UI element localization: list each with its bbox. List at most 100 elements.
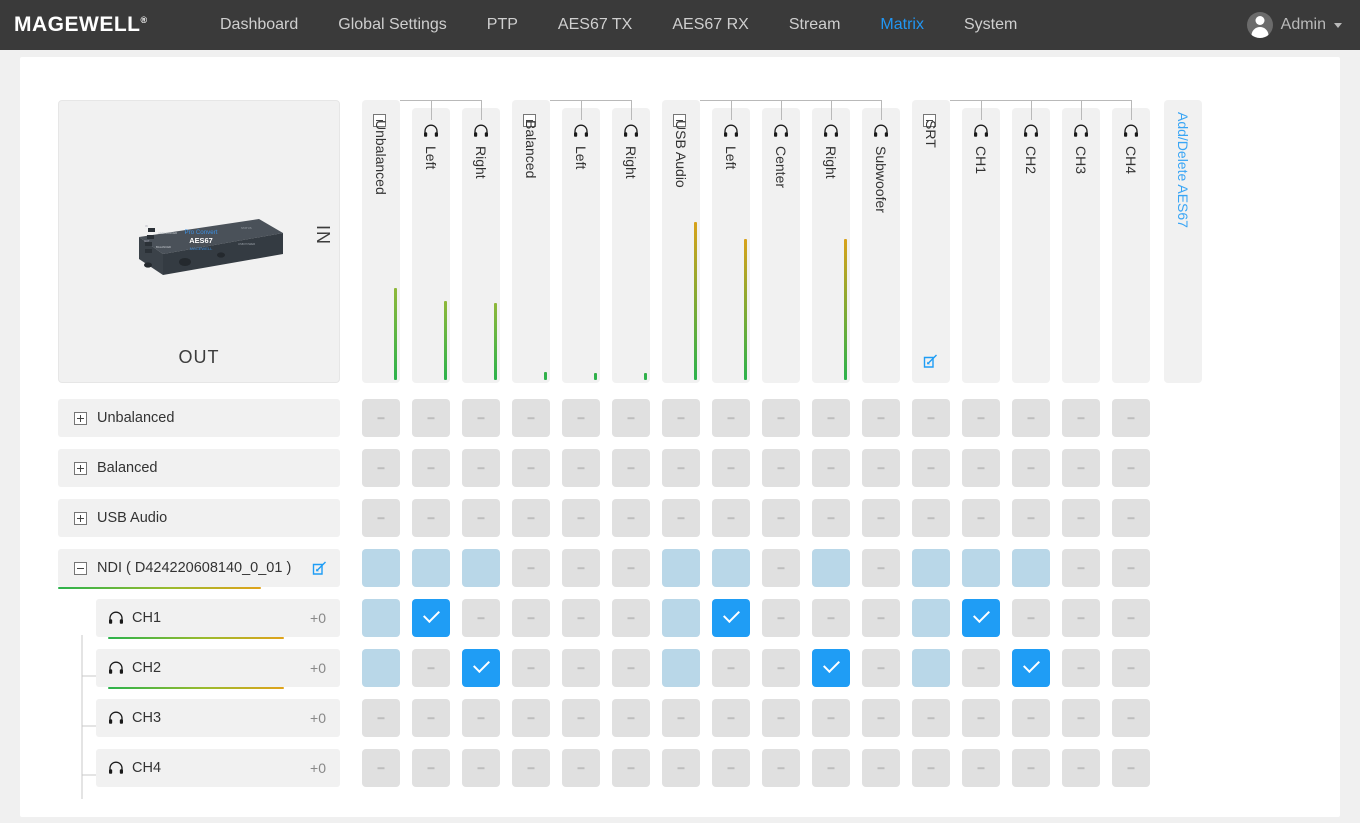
- matrix-cell[interactable]: [812, 549, 850, 587]
- matrix-cell[interactable]: [1062, 449, 1100, 487]
- matrix-cell[interactable]: [1012, 599, 1050, 637]
- matrix-cell[interactable]: [412, 649, 450, 687]
- column-balanced-left[interactable]: Left: [562, 108, 600, 383]
- matrix-cell[interactable]: [362, 399, 400, 437]
- matrix-cell[interactable]: [562, 649, 600, 687]
- matrix-cell[interactable]: [462, 599, 500, 637]
- matrix-cell[interactable]: [712, 549, 750, 587]
- matrix-cell[interactable]: [912, 649, 950, 687]
- matrix-cell[interactable]: [912, 549, 950, 587]
- matrix-cell[interactable]: [612, 449, 650, 487]
- matrix-cell[interactable]: [1062, 499, 1100, 537]
- matrix-cell[interactable]: [662, 499, 700, 537]
- matrix-cell[interactable]: [712, 449, 750, 487]
- matrix-cell[interactable]: [662, 399, 700, 437]
- matrix-cell[interactable]: [562, 499, 600, 537]
- matrix-cell[interactable]: [762, 399, 800, 437]
- matrix-cell[interactable]: [1112, 749, 1150, 787]
- matrix-cell[interactable]: [1112, 699, 1150, 737]
- matrix-cell[interactable]: [412, 599, 450, 637]
- matrix-cell[interactable]: [462, 499, 500, 537]
- matrix-cell[interactable]: [1062, 749, 1100, 787]
- matrix-cell[interactable]: [1112, 599, 1150, 637]
- column-unbalanced-right[interactable]: Right: [462, 108, 500, 383]
- column-usb-audio-right[interactable]: Right: [812, 108, 850, 383]
- matrix-cell[interactable]: [1012, 449, 1050, 487]
- matrix-cell[interactable]: [712, 499, 750, 537]
- matrix-cell[interactable]: [562, 599, 600, 637]
- column-srt-ch2[interactable]: CH2: [1012, 108, 1050, 383]
- row-group-usb-audio[interactable]: USB Audio: [58, 499, 340, 537]
- matrix-cell[interactable]: [912, 749, 950, 787]
- add-delete-aes67-button[interactable]: Add/Delete AES67: [1164, 100, 1202, 383]
- matrix-cell[interactable]: [862, 499, 900, 537]
- matrix-cell[interactable]: [962, 599, 1000, 637]
- matrix-cell[interactable]: [862, 749, 900, 787]
- matrix-cell[interactable]: [1062, 649, 1100, 687]
- matrix-cell[interactable]: [712, 599, 750, 637]
- matrix-cell[interactable]: [612, 399, 650, 437]
- row-gain-value[interactable]: +0: [310, 660, 326, 676]
- nav-item-stream[interactable]: Stream: [769, 0, 861, 50]
- matrix-cell[interactable]: [1112, 499, 1150, 537]
- column-group-header-unbalanced[interactable]: Unbalanced: [362, 100, 400, 383]
- column-srt-ch1[interactable]: CH1: [962, 108, 1000, 383]
- matrix-cell[interactable]: [962, 699, 1000, 737]
- matrix-cell[interactable]: [512, 599, 550, 637]
- matrix-cell[interactable]: [812, 599, 850, 637]
- matrix-cell[interactable]: [812, 449, 850, 487]
- matrix-cell[interactable]: [962, 749, 1000, 787]
- matrix-cell[interactable]: [812, 749, 850, 787]
- matrix-cell[interactable]: [412, 499, 450, 537]
- row-group-unbalanced[interactable]: Unbalanced: [58, 399, 340, 437]
- matrix-cell[interactable]: [412, 549, 450, 587]
- matrix-cell[interactable]: [612, 749, 650, 787]
- matrix-cell[interactable]: [512, 749, 550, 787]
- nav-item-dashboard[interactable]: Dashboard: [200, 0, 318, 50]
- matrix-cell[interactable]: [462, 649, 500, 687]
- column-usb-audio-center[interactable]: Center: [762, 108, 800, 383]
- matrix-cell[interactable]: [762, 749, 800, 787]
- nav-item-aes67-rx[interactable]: AES67 RX: [652, 0, 768, 50]
- row-channel-ch2[interactable]: CH2 +0: [96, 649, 340, 689]
- matrix-cell[interactable]: [1062, 599, 1100, 637]
- matrix-cell[interactable]: [412, 399, 450, 437]
- matrix-cell[interactable]: [512, 549, 550, 587]
- user-menu[interactable]: Admin: [1246, 0, 1342, 50]
- matrix-cell[interactable]: [1012, 649, 1050, 687]
- matrix-cell[interactable]: [562, 699, 600, 737]
- matrix-cell[interactable]: [662, 449, 700, 487]
- matrix-cell[interactable]: [812, 499, 850, 537]
- matrix-cell[interactable]: [912, 599, 950, 637]
- matrix-cell[interactable]: [462, 749, 500, 787]
- matrix-cell[interactable]: [462, 449, 500, 487]
- matrix-cell[interactable]: [812, 649, 850, 687]
- matrix-cell[interactable]: [762, 549, 800, 587]
- column-group-header-srt[interactable]: SRT: [912, 100, 950, 383]
- matrix-cell[interactable]: [1012, 549, 1050, 587]
- column-balanced-right[interactable]: Right: [612, 108, 650, 383]
- matrix-cell[interactable]: [562, 749, 600, 787]
- matrix-cell[interactable]: [362, 449, 400, 487]
- matrix-cell[interactable]: [1012, 699, 1050, 737]
- plus-box-icon[interactable]: [74, 511, 87, 525]
- column-srt-ch3[interactable]: CH3: [1062, 108, 1100, 383]
- row-gain-value[interactable]: +0: [310, 610, 326, 626]
- matrix-cell[interactable]: [612, 549, 650, 587]
- row-gain-value[interactable]: +0: [310, 760, 326, 776]
- matrix-cell[interactable]: [862, 449, 900, 487]
- matrix-cell[interactable]: [762, 449, 800, 487]
- column-usb-audio-subwoofer[interactable]: Subwoofer: [862, 108, 900, 383]
- matrix-cell[interactable]: [912, 449, 950, 487]
- matrix-cell[interactable]: [912, 399, 950, 437]
- column-group-header-usb-audio[interactable]: USB Audio: [662, 100, 700, 383]
- matrix-cell[interactable]: [762, 599, 800, 637]
- matrix-cell[interactable]: [462, 699, 500, 737]
- matrix-cell[interactable]: [512, 499, 550, 537]
- matrix-cell[interactable]: [612, 499, 650, 537]
- matrix-cell[interactable]: [1012, 399, 1050, 437]
- matrix-cell[interactable]: [362, 499, 400, 537]
- matrix-cell[interactable]: [662, 599, 700, 637]
- matrix-cell[interactable]: [462, 549, 500, 587]
- matrix-cell[interactable]: [512, 399, 550, 437]
